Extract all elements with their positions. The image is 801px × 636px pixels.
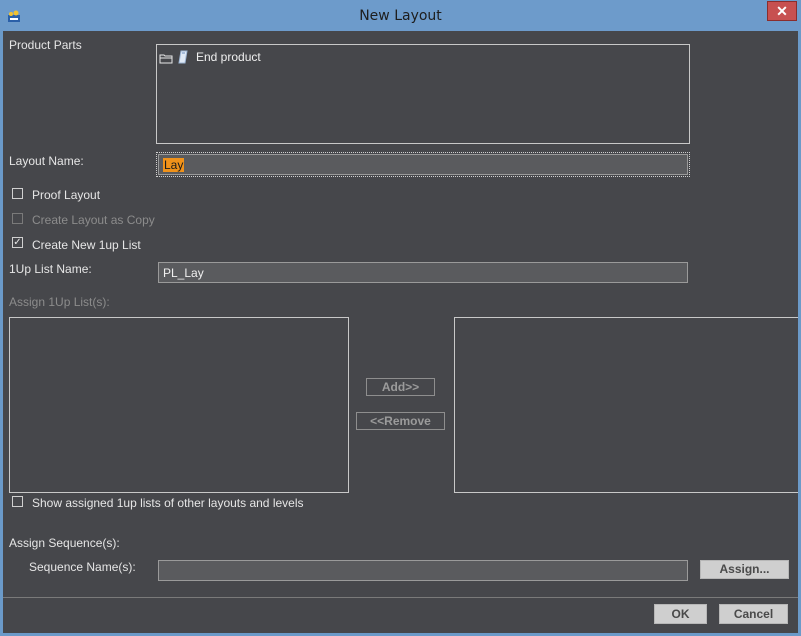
window-title: New Layout [359,8,442,24]
tree-item-end-product[interactable]: End product [158,46,358,66]
cancel-button[interactable]: Cancel [719,604,788,624]
layout-name-label: Layout Name: [9,154,84,168]
product-parts-label: Product Parts [9,38,82,52]
dialog-body: Product Parts End product Layout Name: L… [3,31,798,633]
folder-icon [159,54,173,64]
show-assigned-label: Show assigned 1up lists of other layouts… [32,496,304,510]
footer-divider [3,597,798,598]
show-assigned-checkbox[interactable] [12,496,23,507]
sequence-name-input[interactable] [158,560,688,581]
product-parts-tree[interactable]: End product [156,44,690,144]
title-bar[interactable]: New Layout ✕ [0,0,801,31]
tree-item-label: End product [196,50,261,64]
layout-name-value: Lay [163,158,185,172]
proof-layout-checkbox[interactable] [12,188,23,199]
oneup-list-name-label: 1Up List Name: [9,262,92,276]
assign-1up-label: Assign 1Up List(s): [9,295,110,309]
remove-button[interactable]: <<Remove [356,412,445,430]
close-button[interactable]: ✕ [767,1,797,21]
proof-layout-label: Proof Layout [32,188,101,202]
ok-button[interactable]: OK [654,604,707,624]
oneup-list-name-input[interactable]: PL_Lay [158,262,688,283]
add-button[interactable]: Add>> [366,378,435,396]
assign-button[interactable]: Assign... [700,560,789,579]
create-new-1up-list-label: Create New 1up List [32,238,141,252]
layout-name-input[interactable]: Lay [156,152,690,177]
assign-sequence-label: Assign Sequence(s): [9,536,120,550]
available-1up-list[interactable] [9,317,349,493]
checkmark-icon: ✓ [13,237,22,248]
create-new-1up-list-checkbox[interactable]: ✓ [12,237,23,248]
assigned-1up-list[interactable] [454,317,798,493]
create-layout-copy-label: Create Layout as Copy [32,213,155,227]
part-icon [178,50,188,64]
sequence-name-label: Sequence Name(s): [29,560,136,574]
create-layout-copy-checkbox[interactable] [12,213,23,224]
